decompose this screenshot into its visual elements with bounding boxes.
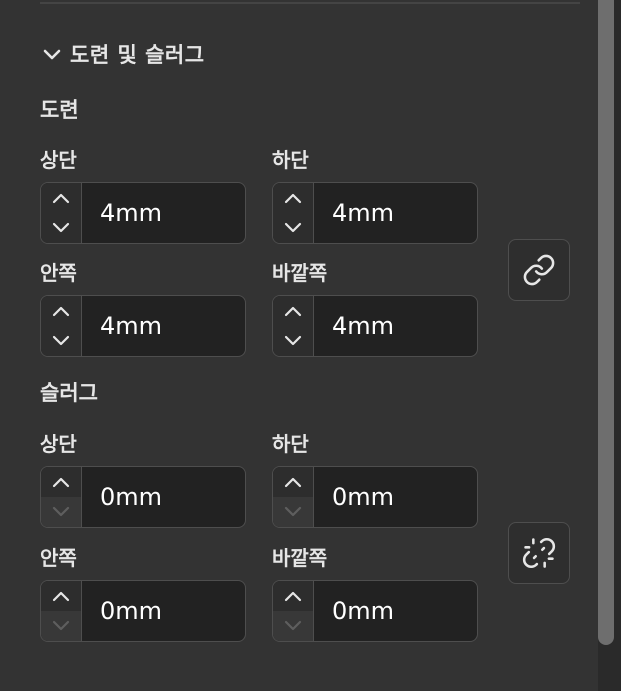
decrement-button[interactable] (273, 611, 313, 641)
bleed-bottom-input[interactable]: 4mm (314, 183, 477, 243)
increment-button[interactable] (273, 296, 313, 326)
chevron-down-icon (52, 222, 70, 233)
decrement-button[interactable] (41, 326, 81, 356)
slug-inside-label: 안쪽 (40, 546, 77, 570)
increment-button[interactable] (41, 296, 81, 326)
section-header-bleed-slug[interactable]: 도련 및 슬러그 (40, 38, 205, 70)
decrement-button[interactable] (273, 326, 313, 356)
slug-inside-input[interactable]: 0mm (82, 581, 245, 641)
chevron-down-icon (52, 620, 70, 631)
chevron-up-icon (52, 591, 70, 602)
slug-group-title: 슬러그 (40, 381, 98, 405)
chevron-up-icon (52, 477, 70, 488)
chevron-up-icon (284, 591, 302, 602)
unlink-icon (522, 538, 556, 568)
increment-button[interactable] (273, 183, 313, 213)
bleed-outside-input[interactable]: 4mm (314, 296, 477, 356)
chevron-up-icon (52, 193, 70, 204)
slug-top-label: 상단 (40, 432, 77, 456)
bleed-bottom-label: 하단 (272, 148, 309, 172)
chevron-down-icon (43, 49, 61, 60)
bleed-bottom-stepper[interactable]: 4mm (272, 182, 478, 244)
bleed-top-label: 상단 (40, 148, 77, 172)
chevron-up-icon (284, 477, 302, 488)
decrement-button[interactable] (41, 213, 81, 243)
link-icon (523, 254, 555, 286)
bleed-top-stepper[interactable]: 4mm (40, 182, 246, 244)
slug-bottom-input[interactable]: 0mm (314, 467, 477, 527)
stepper-arrows (41, 296, 82, 356)
chevron-down-icon (284, 506, 302, 517)
chevron-up-icon (52, 306, 70, 317)
increment-button[interactable] (41, 183, 81, 213)
bleed-outside-label: 바깥쪽 (272, 261, 328, 285)
stepper-arrows (41, 581, 82, 641)
chevron-down-icon (284, 222, 302, 233)
decrement-button[interactable] (273, 213, 313, 243)
bleed-top-input[interactable]: 4mm (82, 183, 245, 243)
decrement-button[interactable] (41, 497, 81, 527)
increment-button[interactable] (273, 581, 313, 611)
decrement-button[interactable] (41, 611, 81, 641)
decrement-button[interactable] (273, 497, 313, 527)
chevron-down-icon (284, 335, 302, 346)
chevron-down-icon (52, 506, 70, 517)
chevron-down-icon (284, 620, 302, 631)
bleed-inside-stepper[interactable]: 4mm (40, 295, 246, 357)
slug-top-input[interactable]: 0mm (82, 467, 245, 527)
slug-inside-stepper[interactable]: 0mm (40, 580, 246, 642)
slug-top-stepper[interactable]: 0mm (40, 466, 246, 528)
increment-button[interactable] (273, 467, 313, 497)
chevron-up-icon (284, 306, 302, 317)
bleed-group-title: 도련 (40, 98, 79, 122)
increment-button[interactable] (41, 581, 81, 611)
bleed-inside-label: 안쪽 (40, 261, 77, 285)
stepper-arrows (41, 183, 82, 243)
bleed-inside-input[interactable]: 4mm (82, 296, 245, 356)
stepper-arrows (273, 581, 314, 641)
chevron-up-icon (284, 193, 302, 204)
bleed-outside-stepper[interactable]: 4mm (272, 295, 478, 357)
slug-bottom-stepper[interactable]: 0mm (272, 466, 478, 528)
slug-link-toggle[interactable] (508, 522, 570, 584)
slug-outside-stepper[interactable]: 0mm (272, 580, 478, 642)
stepper-arrows (273, 296, 314, 356)
stepper-arrows (273, 467, 314, 527)
stepper-arrows (41, 467, 82, 527)
bleed-link-toggle[interactable] (508, 239, 570, 301)
slug-bottom-label: 하단 (272, 432, 309, 456)
chevron-down-icon (52, 335, 70, 346)
increment-button[interactable] (41, 467, 81, 497)
scrollbar-thumb[interactable] (598, 0, 614, 645)
stepper-arrows (273, 183, 314, 243)
top-divider (40, 2, 580, 4)
section-title: 도련 및 슬러그 (70, 43, 205, 67)
slug-outside-label: 바깥쪽 (272, 546, 328, 570)
slug-outside-input[interactable]: 0mm (314, 581, 477, 641)
